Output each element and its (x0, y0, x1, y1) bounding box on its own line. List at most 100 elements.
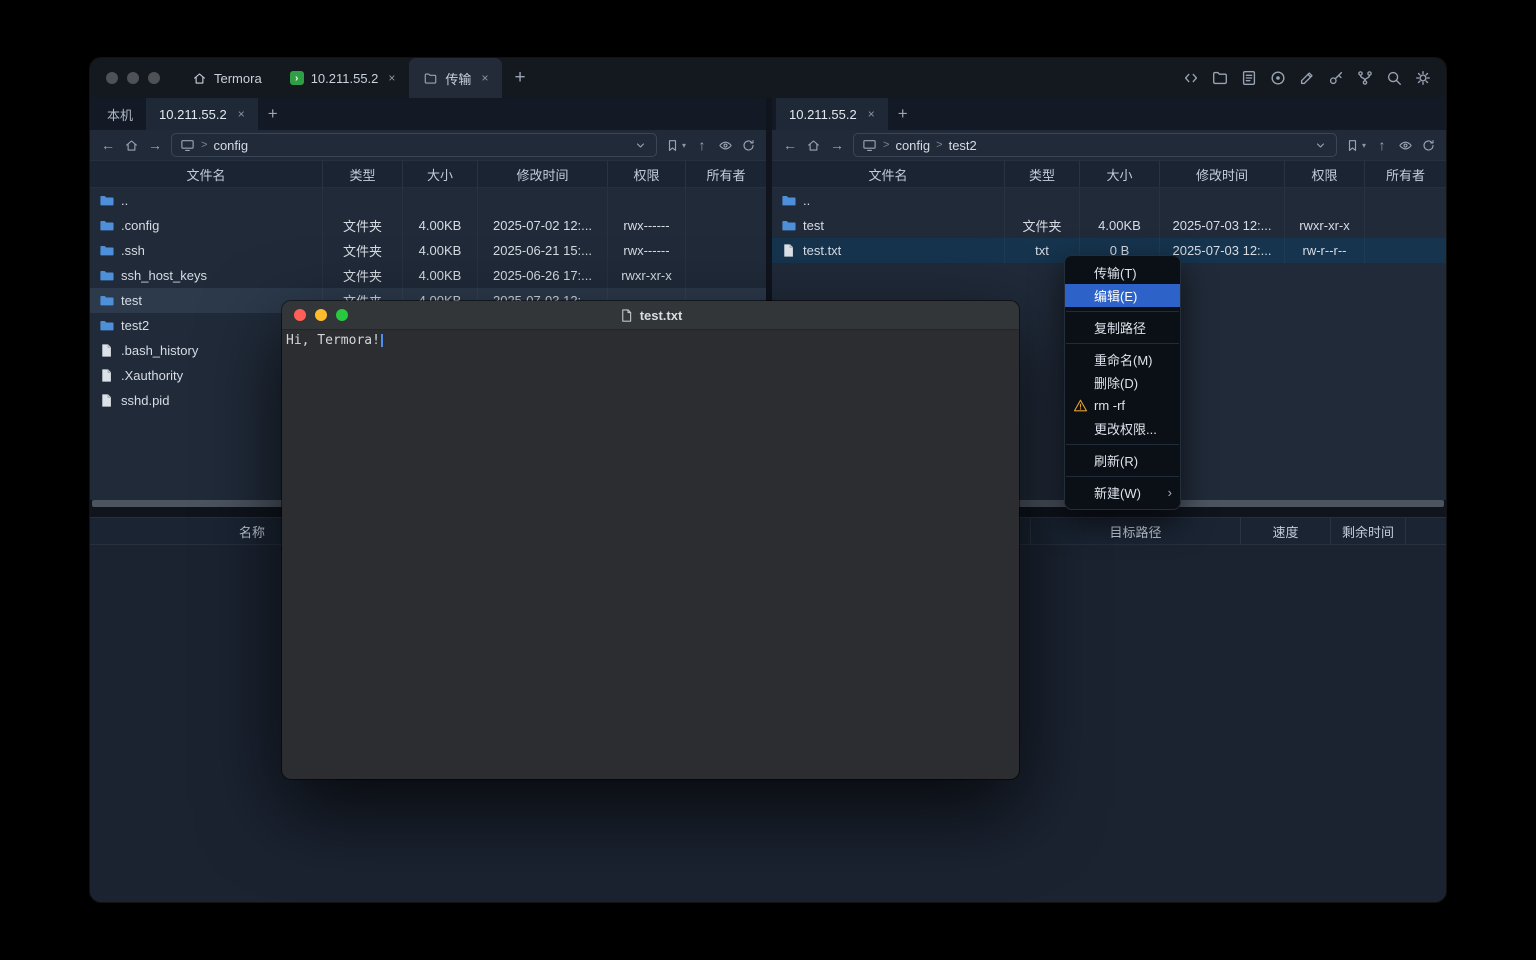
refresh-icon[interactable] (1421, 138, 1436, 153)
show-hidden-eye-icon[interactable] (718, 138, 733, 153)
bookmark-caret-icon[interactable]: ▾ (1362, 141, 1366, 150)
editor-content[interactable]: Hi, Termora! (282, 330, 1019, 352)
file-permissions: rwxr-xr-x (608, 263, 686, 288)
back-icon[interactable]: ← (100, 137, 116, 153)
path-segment[interactable]: config (895, 138, 930, 153)
folder-icon[interactable] (1211, 69, 1229, 87)
file-type: 文件夹 (323, 213, 403, 238)
table-row[interactable]: .ssh 文件夹 4.00KB 2025-06-21 15:... rwx---… (90, 238, 766, 263)
record-icon[interactable] (1269, 69, 1287, 87)
path-segment[interactable]: test2 (949, 138, 977, 153)
column-header[interactable]: 类型 (323, 161, 403, 187)
transfer-column-speed[interactable]: 速度 (1240, 518, 1330, 544)
path-separator: > (883, 139, 889, 151)
folder-icon (99, 293, 114, 308)
search-icon[interactable] (1385, 69, 1403, 87)
folder-icon (99, 243, 114, 258)
close-tab-icon[interactable]: × (238, 107, 245, 121)
minimize-window-button[interactable] (315, 309, 327, 321)
menu-item-transfer[interactable]: 传输(T) (1065, 261, 1180, 284)
menu-item-rm-rf[interactable]: rm -rf (1065, 394, 1180, 417)
menu-item-copy-path[interactable]: 复制路径 (1065, 316, 1180, 339)
path-segment[interactable]: config (213, 138, 248, 153)
left-path-bar[interactable]: > config (171, 133, 657, 157)
zoom-window-button[interactable] (148, 72, 160, 84)
editor-titlebar[interactable]: test.txt (282, 301, 1019, 330)
column-header[interactable]: 所有者 (1365, 161, 1446, 187)
table-row[interactable]: .config 文件夹 4.00KB 2025-07-02 12:... rwx… (90, 213, 766, 238)
new-panel-tab-button[interactable]: + (258, 98, 288, 130)
column-header[interactable]: 修改时间 (1160, 161, 1285, 187)
panel-tab-host[interactable]: 10.211.55.2 × (146, 98, 258, 130)
panel-tab-local[interactable]: 本机 (94, 98, 146, 130)
pencil-icon[interactable] (1298, 69, 1316, 87)
forward-icon[interactable]: → (829, 137, 845, 153)
close-tab-icon[interactable]: × (868, 107, 875, 121)
menu-separator (1066, 343, 1179, 344)
table-row[interactable]: .. (90, 188, 766, 213)
column-header[interactable]: 文件名 (772, 161, 1005, 187)
chevron-down-icon[interactable] (633, 138, 648, 153)
menu-item-new[interactable]: 新建(W)› (1065, 481, 1180, 504)
path-separator: > (936, 139, 942, 151)
tab-host[interactable]: › 10.211.55.2 × (276, 58, 410, 98)
column-header[interactable]: 大小 (1080, 161, 1160, 187)
right-table-rows: .. test 文件夹 4.00KB 2025-07-03 12:... rwx… (772, 188, 1446, 263)
back-icon[interactable]: ← (782, 137, 798, 153)
close-window-button[interactable] (106, 72, 118, 84)
file-owner (686, 213, 766, 238)
menu-item-label: 新建(W) (1094, 483, 1141, 502)
forward-icon[interactable]: → (147, 137, 163, 153)
table-row[interactable]: .. (772, 188, 1446, 213)
minimize-window-button[interactable] (127, 72, 139, 84)
column-header[interactable]: 权限 (608, 161, 686, 187)
home-icon[interactable] (124, 138, 139, 153)
file-size: 4.00KB (403, 263, 478, 288)
chevron-down-icon[interactable] (1313, 138, 1328, 153)
column-header[interactable]: 大小 (403, 161, 478, 187)
key-icon[interactable] (1327, 69, 1345, 87)
zoom-window-button[interactable] (336, 309, 348, 321)
table-row[interactable]: test 文件夹 4.00KB 2025-07-03 12:... rwxr-x… (772, 213, 1446, 238)
code-icon[interactable] (1182, 69, 1200, 87)
menu-item-change-permissions[interactable]: 更改权限... (1065, 417, 1180, 440)
close-window-button[interactable] (294, 309, 306, 321)
file-name-cell: .ssh (90, 238, 323, 263)
right-toolbar: ← → > config > test2 ▾ ↑ (772, 130, 1446, 160)
log-icon[interactable] (1240, 69, 1258, 87)
parent-directory-icon[interactable]: ↑ (1374, 137, 1390, 153)
menu-item-delete[interactable]: 删除(D) (1065, 371, 1180, 394)
file-type (1005, 188, 1080, 213)
home-icon[interactable] (806, 138, 821, 153)
column-header[interactable]: 所有者 (686, 161, 766, 187)
bookmark-button[interactable]: ▾ (665, 138, 686, 153)
macro-icon[interactable] (1356, 69, 1374, 87)
bookmark-caret-icon[interactable]: ▾ (682, 141, 686, 150)
transfer-column-remaining-time[interactable]: 剩余时间 (1330, 518, 1405, 544)
settings-gear-icon[interactable] (1414, 69, 1432, 87)
titlebar-tabs: Termora › 10.211.55.2 × 传输 × + (178, 58, 538, 98)
file-size: 4.00KB (1080, 213, 1160, 238)
bookmark-button[interactable]: ▾ (1345, 138, 1366, 153)
menu-item-rename[interactable]: 重命名(M) (1065, 348, 1180, 371)
right-path-bar[interactable]: > config > test2 (853, 133, 1337, 157)
file-permissions: rwxr-xr-x (1285, 213, 1365, 238)
new-tab-button[interactable]: + (502, 58, 537, 98)
column-header[interactable]: 修改时间 (478, 161, 608, 187)
refresh-icon[interactable] (741, 138, 756, 153)
close-tab-icon[interactable]: × (481, 71, 488, 85)
column-header[interactable]: 权限 (1285, 161, 1365, 187)
menu-item-refresh[interactable]: 刷新(R) (1065, 449, 1180, 472)
menu-item-edit[interactable]: 编辑(E) (1065, 284, 1180, 307)
column-header[interactable]: 类型 (1005, 161, 1080, 187)
table-row[interactable]: ssh_host_keys 文件夹 4.00KB 2025-06-26 17:.… (90, 263, 766, 288)
column-header[interactable]: 文件名 (90, 161, 323, 187)
parent-directory-icon[interactable]: ↑ (694, 137, 710, 153)
new-panel-tab-button[interactable]: + (888, 98, 918, 130)
transfer-column-target-path[interactable]: 目标路径 (1030, 518, 1240, 544)
panel-tab-host[interactable]: 10.211.55.2 × (776, 98, 888, 130)
tab-termora[interactable]: Termora (178, 58, 276, 98)
tab-transfer[interactable]: 传输 × (409, 58, 502, 98)
close-tab-icon[interactable]: × (388, 71, 395, 85)
show-hidden-eye-icon[interactable] (1398, 138, 1413, 153)
